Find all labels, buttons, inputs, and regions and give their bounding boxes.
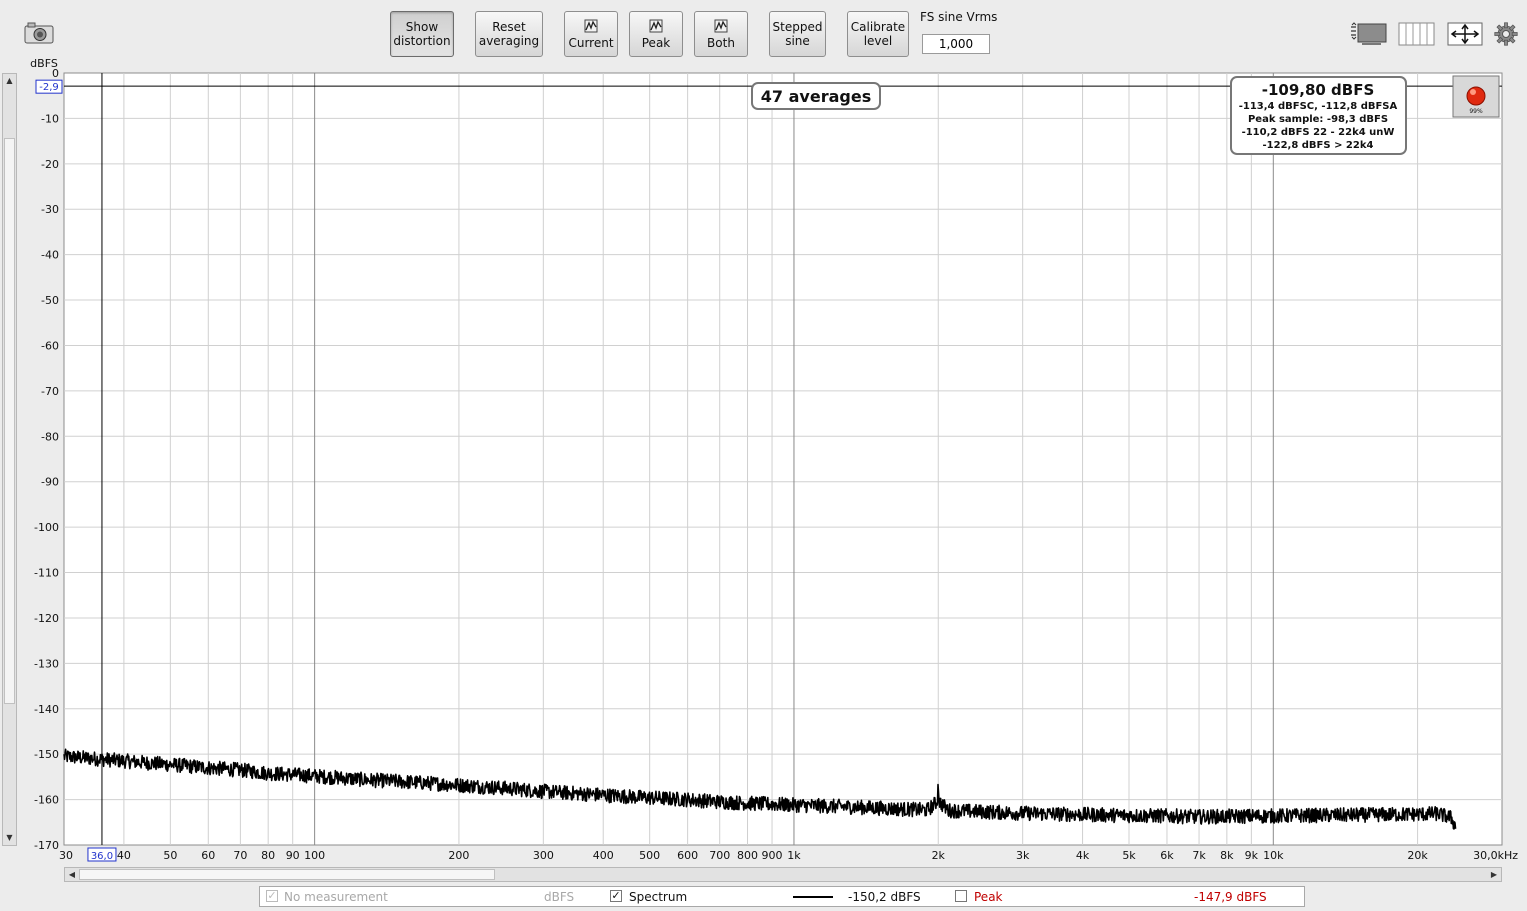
legend-unit-label: dBFS xyxy=(544,890,575,904)
scroll-left-arrow[interactable]: ◀ xyxy=(65,868,79,881)
level-line-3: -110,2 dBFS 22 - 22k4 unW xyxy=(1242,127,1395,138)
x-tick-label: 400 xyxy=(593,849,614,862)
cursor-y-readout: -2,9 xyxy=(39,82,59,93)
y-tick-label: -150 xyxy=(34,748,59,761)
x-tick-label: 1k xyxy=(787,849,801,862)
x-tick-label: 20k xyxy=(1407,849,1428,862)
x-tick-label: 300 xyxy=(533,849,554,862)
legend-bar: ✓ No measurement dBFS ✓ Spectrum -150,2 … xyxy=(259,886,1305,907)
y-tick-label: -140 xyxy=(34,703,59,716)
x-tick-label: 200 xyxy=(448,849,469,862)
y-tick-label: -160 xyxy=(34,794,59,807)
x-axis-unit-label: 30,0kHz xyxy=(1473,849,1518,862)
level-readout-box[interactable]: -109,80 dBFS -113,4 dBFSC, -112,8 dBFSA … xyxy=(1230,76,1407,155)
spectrum-value: -150,2 dBFS xyxy=(848,890,921,904)
x-tick-label: 10k xyxy=(1263,849,1284,862)
x-tick-label: 800 xyxy=(737,849,758,862)
x-tick-label: 70 xyxy=(233,849,247,862)
x-tick-label: 900 xyxy=(762,849,783,862)
y-tick-label: -100 xyxy=(34,521,59,534)
y-tick-label: -50 xyxy=(41,294,59,307)
level-line-4: -122,8 dBFS > 22k4 xyxy=(1263,140,1374,151)
y-tick-label: -30 xyxy=(41,203,59,216)
y-tick-label: -170 xyxy=(34,839,59,852)
x-tick-label: 3k xyxy=(1016,849,1030,862)
cursor-x-readout: 36,0 xyxy=(91,851,113,862)
peak-checkbox[interactable] xyxy=(955,890,967,902)
x-tick-label: 50 xyxy=(163,849,177,862)
y-tick-label: -110 xyxy=(34,567,59,580)
x-tick-label: 80 xyxy=(261,849,275,862)
averages-text: 47 averages xyxy=(761,87,871,106)
no-measurement-label: No measurement xyxy=(284,890,388,904)
peak-label: Peak xyxy=(974,890,1003,904)
spectrum-checkbox[interactable]: ✓ xyxy=(610,890,622,902)
x-tick-labels: 30 40 50 60 70 80 90 100 200 300 400 500 600 700 800 90… xyxy=(59,849,1428,862)
x-tick-label: 6k xyxy=(1160,849,1174,862)
no-measurement-checkbox: ✓ xyxy=(266,889,278,902)
spectrum-chart[interactable]: dBFS 0 -10 -20 -30 -40 -50 -60 -70 -80 -90 -100 -11… xyxy=(0,0,1527,911)
x-tick-label: 90 xyxy=(286,849,300,862)
horizontal-scroll-thumb[interactable] xyxy=(79,869,495,880)
record-icon xyxy=(1466,86,1486,106)
x-tick-label: 5k xyxy=(1122,849,1136,862)
record-indicator[interactable]: 99% xyxy=(1452,75,1500,118)
x-tick-label: 4k xyxy=(1076,849,1090,862)
level-main-text: -109,80 dBFS xyxy=(1262,81,1375,99)
peak-value: -147,9 dBFS xyxy=(1194,890,1267,904)
y-tick-label: 0 xyxy=(52,67,59,80)
x-tick-label: 2k xyxy=(932,849,946,862)
x-tick-label: 60 xyxy=(201,849,215,862)
spectrum-line-swatch xyxy=(793,896,833,898)
level-line-1: -113,4 dBFSC, -112,8 dBFSA xyxy=(1239,101,1398,112)
x-tick-label: 600 xyxy=(677,849,698,862)
x-tick-label: 40 xyxy=(117,849,131,862)
x-tick-label: 700 xyxy=(709,849,730,862)
y-tick-label: -90 xyxy=(41,476,59,489)
x-tick-label: 8k xyxy=(1220,849,1234,862)
x-tick-label: 500 xyxy=(639,849,660,862)
plot-area[interactable] xyxy=(63,72,1503,846)
spectrum-label: Spectrum xyxy=(629,890,688,904)
y-tick-label: -10 xyxy=(41,112,59,125)
y-tick-label: -80 xyxy=(41,430,59,443)
x-tick-label: 9k xyxy=(1245,849,1259,862)
horizontal-scrollbar[interactable]: ◀ ▶ xyxy=(64,867,1502,882)
x-tick-label: 100 xyxy=(304,849,325,862)
y-tick-label: -120 xyxy=(34,612,59,625)
y-tick-label: -20 xyxy=(41,158,59,171)
level-line-2: Peak sample: -98,3 dBFS xyxy=(1248,114,1388,125)
y-tick-labels: 0 -10 -20 -30 -40 -50 -60 -70 -80 -90 -100 -110 -120… xyxy=(34,67,59,852)
averages-box: 47 averages xyxy=(751,82,881,110)
scroll-right-arrow[interactable]: ▶ xyxy=(1487,868,1501,881)
x-tick-label: 30 xyxy=(59,849,73,862)
y-tick-label: -130 xyxy=(34,657,59,670)
x-tick-label: 7k xyxy=(1192,849,1206,862)
y-tick-label: -40 xyxy=(41,249,59,262)
y-tick-label: -70 xyxy=(41,385,59,398)
record-percent: 99% xyxy=(1469,108,1483,115)
y-tick-label: -60 xyxy=(41,339,59,352)
